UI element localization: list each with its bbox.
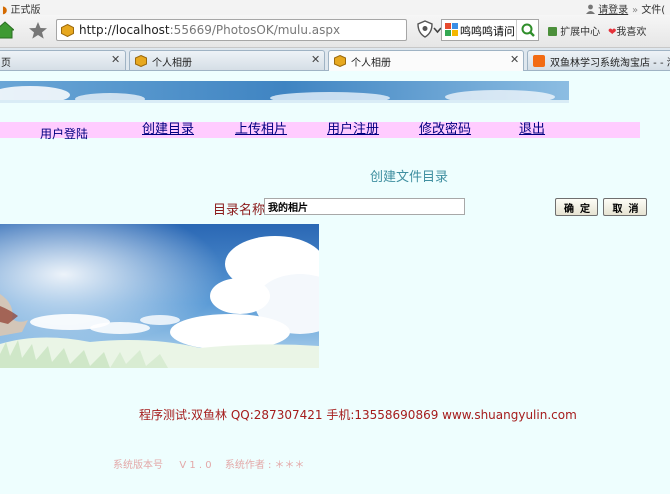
search-box[interactable]: 鸣鸣鸣请问 (441, 19, 539, 41)
tab-2-active[interactable]: 个人相册 ✕ (328, 50, 524, 71)
close-icon[interactable]: ✕ (311, 53, 320, 66)
search-engine-icon (445, 23, 458, 36)
browser-edition: ◗ 正式版 (2, 5, 41, 16)
shield-icon[interactable] (414, 18, 436, 40)
address-url: http://localhost:55669/PhotosOK/mulu.asp… (79, 23, 341, 37)
site-icon (61, 24, 74, 37)
page-icon (135, 55, 147, 67)
menu-create-directory[interactable]: 创建目录 (142, 122, 194, 138)
taobao-icon (533, 55, 545, 67)
menu-exit[interactable]: 退出 (519, 122, 545, 138)
menu-upload-photo[interactable]: 上传相片 (235, 122, 287, 138)
menu-user-register[interactable]: 用户注册 (327, 122, 379, 138)
cancel-button[interactable]: 取消 (603, 198, 647, 216)
directory-name-label: 目录名称 (213, 203, 266, 218)
search-text: 鸣鸣鸣请问 (460, 25, 515, 38)
extension-icon (548, 27, 557, 36)
directory-name-input[interactable] (264, 198, 465, 215)
search-icon[interactable] (516, 20, 539, 40)
close-icon[interactable]: ✕ (510, 53, 519, 66)
favorites-button[interactable]: ❤我喜欢 (608, 23, 646, 38)
window-title-bar: ◗ 正式版 请登录 » 文件( (0, 0, 670, 16)
tab-strip: 页 ✕ 个人相册 ✕ 个人相册 ✕ 双鱼林学习系统淘宝店 - - 淘宝 (0, 48, 670, 71)
confirm-button[interactable]: 确定 (555, 198, 598, 216)
credit-text: 程序测试:双鱼林 QQ:287307421 手机:13558690869 www… (139, 408, 577, 422)
page-icon (334, 55, 346, 67)
navigation-bar: http://localhost:55669/PhotosOK/mulu.asp… (0, 15, 670, 48)
file-menu[interactable]: » 文件( (632, 1, 665, 16)
anime-sky-image (0, 224, 319, 368)
tab-3[interactable]: 双鱼林学习系统淘宝店 - - 淘宝 (527, 50, 670, 70)
tab-1[interactable]: 个人相册 ✕ (129, 50, 325, 70)
main-menu: 用户登陆 创建目录 上传相片 用户注册 修改密码 退出 (0, 122, 640, 141)
address-bar[interactable]: http://localhost:55669/PhotosOK/mulu.asp… (56, 19, 458, 41)
banner-image (0, 81, 569, 103)
bookmark-star-icon[interactable] (26, 19, 50, 41)
menu-user-login[interactable]: 用户登陆 (40, 126, 88, 142)
close-icon[interactable]: ✕ (111, 53, 120, 66)
form-title: 创建文件目录 (370, 170, 449, 185)
user-icon (586, 4, 595, 14)
menu-change-password[interactable]: 修改密码 (419, 122, 471, 138)
extension-center[interactable]: 扩展中心 (548, 23, 600, 38)
login-link[interactable]: 请登录 (586, 1, 628, 16)
home-icon[interactable] (0, 20, 14, 40)
tab-0[interactable]: 页 ✕ (0, 50, 126, 70)
version-text: 系统版本号 V 1 . 0 系统作者 : ＊＊＊ (113, 460, 305, 471)
